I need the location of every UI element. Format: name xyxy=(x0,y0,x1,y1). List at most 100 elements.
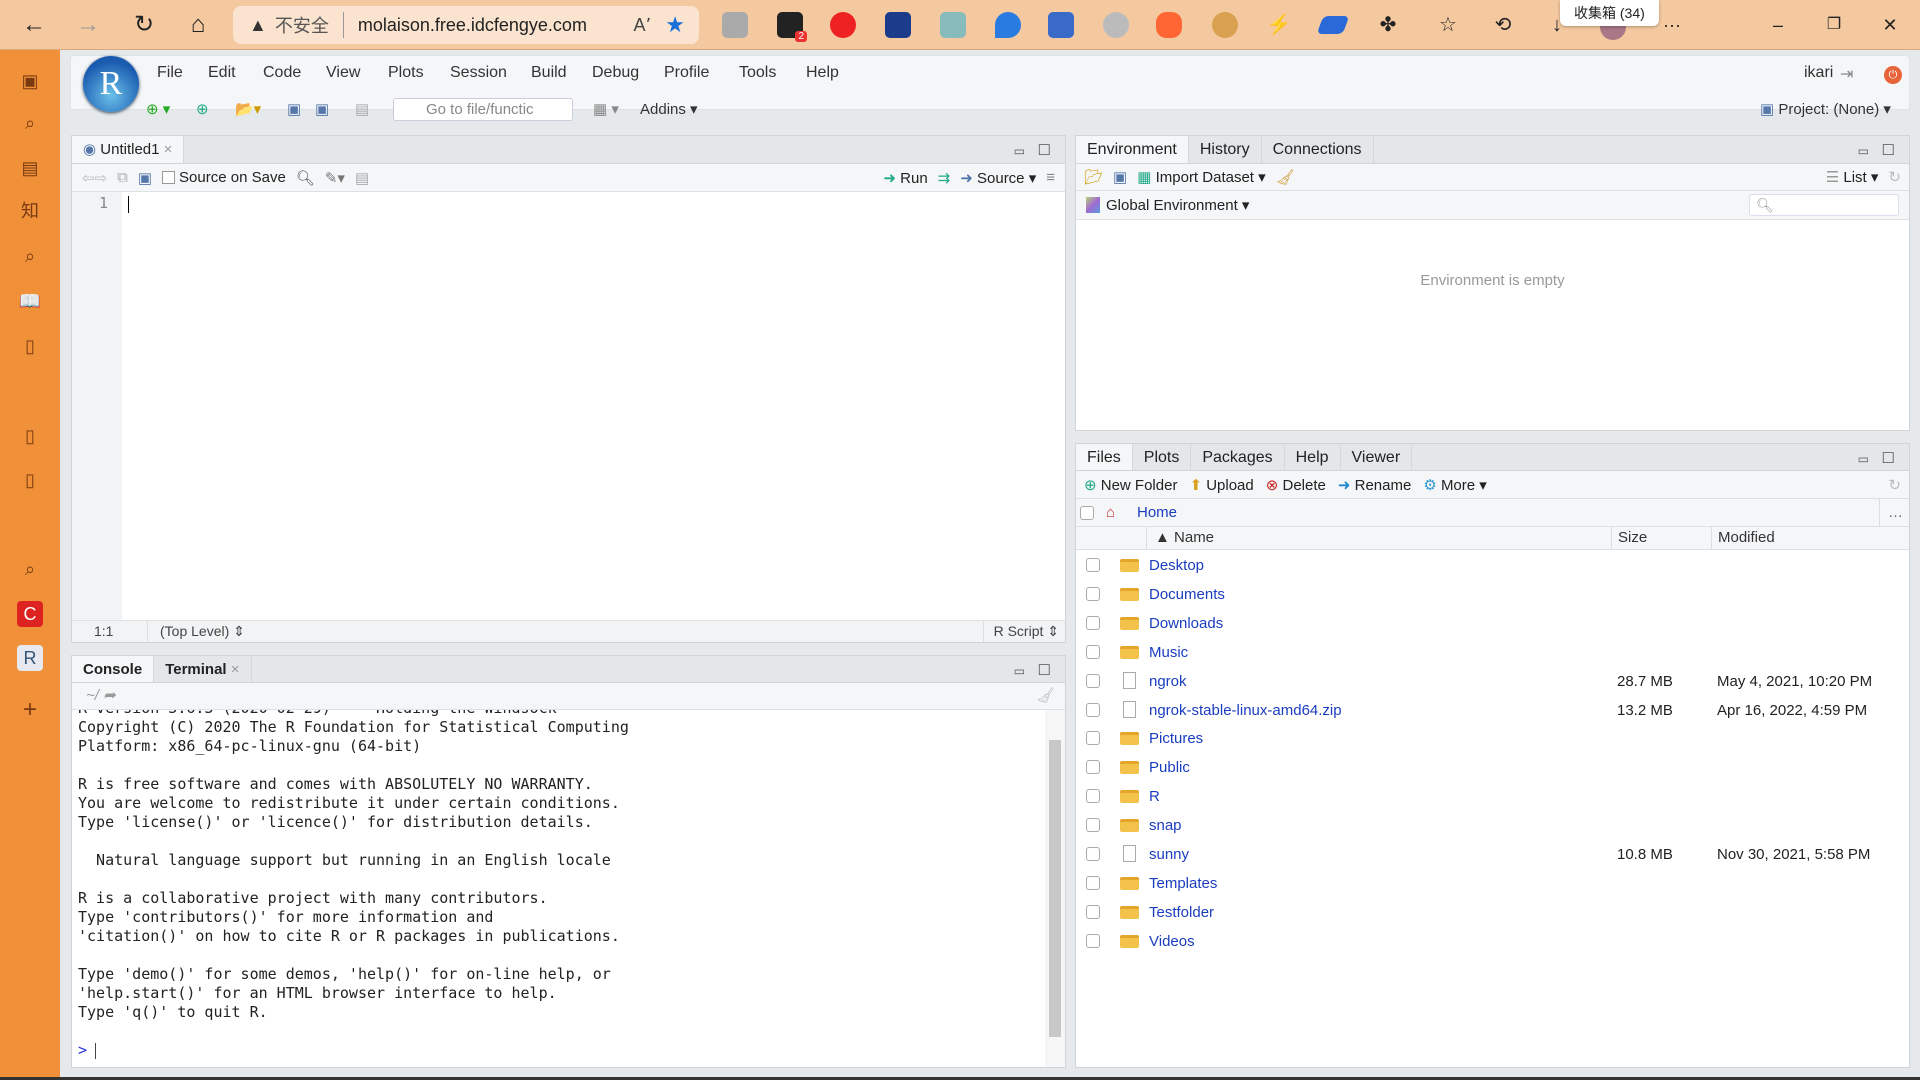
quit-session-icon[interactable]: ⏻ xyxy=(1884,66,1902,84)
file-row[interactable]: ngrok 28.7 MB May 4, 2021, 10:20 PM xyxy=(1076,667,1909,696)
rename-button[interactable]: ➜ Rename xyxy=(1338,476,1411,494)
menu-tools[interactable]: Tools xyxy=(739,64,776,82)
favorite-star-icon[interactable]: ★ xyxy=(665,12,685,38)
menu-plots[interactable]: Plots xyxy=(388,64,424,82)
file-name-link[interactable]: Downloads xyxy=(1149,609,1223,638)
file-name-link[interactable]: Testfolder xyxy=(1149,898,1214,927)
run-button[interactable]: ➜ Run xyxy=(883,169,927,187)
project-menu[interactable]: ▣ Project: (None) ▾ xyxy=(1760,100,1891,118)
console-scrollbar[interactable] xyxy=(1045,710,1065,1067)
delete-button[interactable]: ⊗ Delete xyxy=(1266,476,1326,494)
new-project-icon[interactable]: ⊕ xyxy=(196,100,209,118)
lightning-extension-icon[interactable]: ⚡ xyxy=(1266,12,1292,38)
row-checkbox[interactable] xyxy=(1086,731,1100,746)
image-icon[interactable]: ▤ xyxy=(17,155,43,181)
code-editor[interactable] xyxy=(122,192,1065,620)
add-icon[interactable]: + xyxy=(17,697,43,723)
tab-console[interactable]: Console xyxy=(72,656,155,682)
more-dropdown[interactable]: ⚙ More ▾ xyxy=(1423,476,1487,494)
row-checkbox[interactable] xyxy=(1086,702,1100,717)
book-icon[interactable]: 📖 xyxy=(17,288,43,314)
go-to-directory-icon[interactable]: ➦ xyxy=(103,687,116,704)
file-name-link[interactable]: Templates xyxy=(1149,869,1217,898)
address-bar[interactable]: ▲ 不安全 molaison.free.idcfengye.com A՚ ★ xyxy=(233,6,699,44)
maximize-pane-icon[interactable]: ☐ xyxy=(1882,449,1895,467)
file-row[interactable]: sunny 10.8 MB Nov 30, 2021, 5:58 PM xyxy=(1076,840,1909,869)
refresh-icon[interactable]: ↻ xyxy=(128,10,160,40)
source-on-save-checkbox[interactable]: Source on Save xyxy=(162,169,286,186)
column-header-name[interactable]: ▲ Name xyxy=(1146,527,1214,549)
select-all-checkbox[interactable] xyxy=(1080,506,1094,520)
app-icon[interactable]: 知 xyxy=(17,198,43,224)
row-checkbox[interactable] xyxy=(1086,875,1100,890)
menu-session[interactable]: Session xyxy=(450,64,507,82)
save-workspace-icon[interactable]: ▣ xyxy=(1113,168,1127,186)
clear-console-icon[interactable]: 🧹︎ xyxy=(1036,683,1055,709)
row-checkbox[interactable] xyxy=(1086,760,1100,775)
tab-environment[interactable]: Environment xyxy=(1076,136,1189,163)
file-row[interactable]: Templates xyxy=(1076,869,1909,898)
tab-viewer[interactable]: Viewer xyxy=(1341,444,1413,470)
restore-icon[interactable]: ❐ xyxy=(1818,10,1850,40)
refresh-icon[interactable]: ↻ xyxy=(1888,476,1901,494)
maximize-pane-icon[interactable]: ☐ xyxy=(1038,661,1051,679)
search-icon[interactable]: ⌕ xyxy=(17,556,43,582)
file-name-link[interactable]: Music xyxy=(1149,638,1188,667)
clear-broom-icon[interactable]: 🧹︎ xyxy=(1276,168,1295,186)
console-output[interactable]: R version 3.6.3 (2020-02-29) -- "Holding… xyxy=(72,710,1043,1067)
print-icon[interactable]: ▤ xyxy=(355,100,369,118)
row-checkbox[interactable] xyxy=(1086,673,1100,688)
file-name-link[interactable]: Documents xyxy=(1149,580,1225,609)
tab-connections[interactable]: Connections xyxy=(1262,136,1374,163)
search-icon[interactable]: ⌕ xyxy=(17,110,43,136)
upload-button[interactable]: ⬆ Upload xyxy=(1189,476,1253,494)
tab-files[interactable]: Files xyxy=(1076,444,1133,470)
rstudio-app-icon[interactable]: R xyxy=(17,645,43,671)
global-environment-dropdown[interactable]: Global Environment ▾ xyxy=(1106,196,1249,214)
cookie-extension-icon[interactable] xyxy=(1212,12,1238,38)
row-checkbox[interactable] xyxy=(1086,789,1100,804)
file-row[interactable]: R xyxy=(1076,782,1909,811)
file-row[interactable]: snap xyxy=(1076,811,1909,840)
close-tab-icon[interactable]: × xyxy=(231,661,240,678)
file-row[interactable]: Public xyxy=(1076,753,1909,782)
search-icon[interactable]: ⌕ xyxy=(17,243,43,269)
rerun-icon[interactable]: ⇉ xyxy=(938,169,951,187)
camera-extension-icon[interactable] xyxy=(722,12,748,38)
minimize-pane-icon[interactable]: ▭ xyxy=(1014,664,1025,678)
maximize-pane-icon[interactable]: ☐ xyxy=(1038,141,1051,159)
new-file-icon[interactable]: ⊕ ▾ xyxy=(146,100,170,118)
show-in-window-icon[interactable]: ⧉ xyxy=(117,169,128,186)
file-row[interactable]: Downloads xyxy=(1076,609,1909,638)
menu-debug[interactable]: Debug xyxy=(592,64,639,82)
file-row[interactable]: Music xyxy=(1076,638,1909,667)
menu-help[interactable]: Help xyxy=(806,64,839,82)
row-checkbox[interactable] xyxy=(1086,586,1100,601)
column-header-modified[interactable]: Modified xyxy=(1711,527,1775,549)
c-app-icon[interactable]: C xyxy=(17,601,43,627)
document-icon[interactable]: ▯ xyxy=(17,423,43,449)
minimize-pane-icon[interactable]: ▭ xyxy=(1858,452,1869,466)
tab-terminal[interactable]: Terminal × xyxy=(154,656,252,682)
file-row[interactable]: Testfolder xyxy=(1076,898,1909,927)
file-name-link[interactable]: snap xyxy=(1149,811,1182,840)
favorites-icon[interactable]: ☆ xyxy=(1432,10,1464,40)
row-checkbox[interactable] xyxy=(1086,558,1100,572)
open-file-icon[interactable]: 📂▾ xyxy=(235,100,261,118)
go-to-directory-button[interactable]: … xyxy=(1879,499,1903,526)
addins-dropdown[interactable]: Addins ▾ xyxy=(640,100,698,118)
file-name-link[interactable]: ngrok-stable-linux-amd64.zip xyxy=(1149,696,1342,725)
minimize-icon[interactable]: – xyxy=(1762,10,1794,40)
back-icon[interactable]: ← xyxy=(18,10,50,40)
save-extension-icon[interactable] xyxy=(1048,12,1074,38)
document-icon[interactable]: ▯ xyxy=(17,333,43,359)
go-to-file-input[interactable]: Go to file/functic xyxy=(393,98,573,121)
file-name-link[interactable]: Videos xyxy=(1149,927,1195,956)
refresh-icon[interactable]: ↻ xyxy=(1888,168,1901,186)
compile-report-icon[interactable]: ▤ xyxy=(355,169,369,187)
file-name-link[interactable]: R xyxy=(1149,782,1160,811)
row-checkbox[interactable] xyxy=(1086,818,1100,833)
row-checkbox[interactable] xyxy=(1086,644,1100,659)
menu-file[interactable]: File xyxy=(157,64,183,82)
view-mode-dropdown[interactable]: ☰ List ▾ xyxy=(1826,168,1879,186)
